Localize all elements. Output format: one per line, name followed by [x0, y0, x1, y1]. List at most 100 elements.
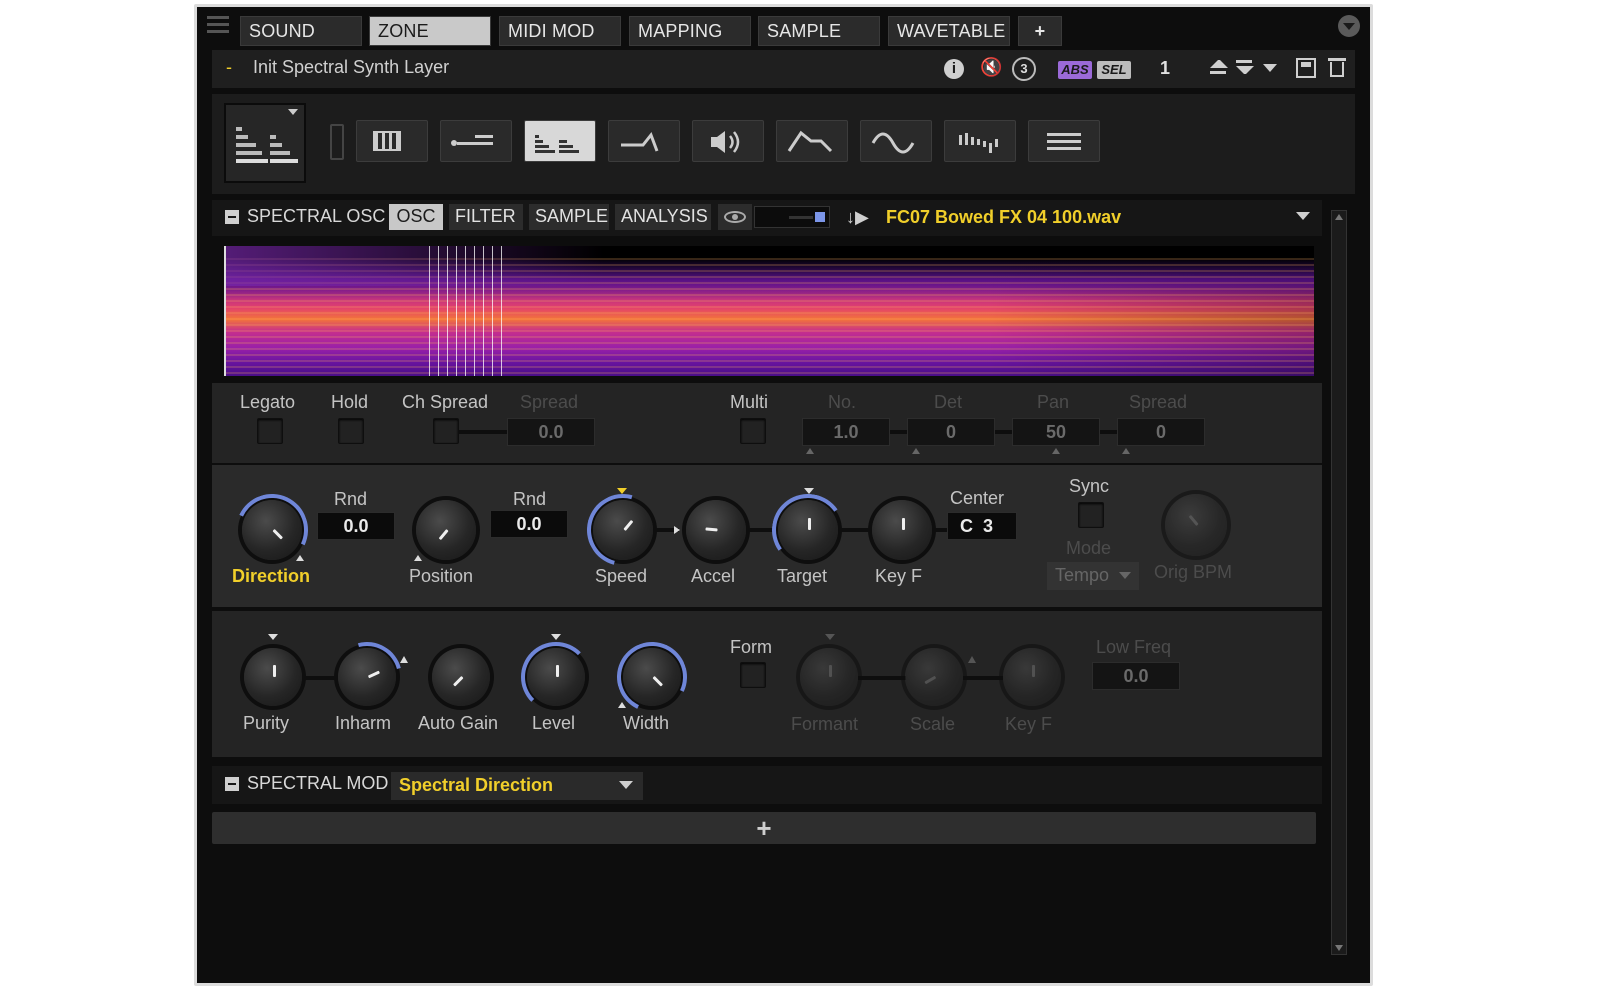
collapse-section-icon[interactable]: [225, 210, 239, 224]
level-knob[interactable]: [521, 642, 591, 712]
accel-label: Accel: [691, 566, 736, 586]
tab-sample-sub[interactable]: SAMPLE: [529, 204, 609, 230]
module-pitch-button[interactable]: [440, 120, 512, 162]
auto-gain-label: Auto Gain: [418, 713, 499, 733]
mute-icon[interactable]: 🔇: [980, 57, 1002, 79]
pan-label: Pan: [1037, 392, 1070, 412]
sync-checkbox[interactable]: [1078, 502, 1104, 528]
move-down-icon[interactable]: [1236, 60, 1254, 78]
solo-icon[interactable]: 3: [1012, 57, 1036, 81]
tab-zone[interactable]: ZONE: [369, 16, 491, 46]
mode-dropdown[interactable]: Tempo: [1047, 562, 1139, 590]
key-f-knob[interactable]: [872, 500, 932, 560]
trash-icon[interactable]: [1328, 58, 1346, 78]
inharm-label: Inharm: [335, 713, 392, 733]
spread2-field[interactable]: 0: [1117, 418, 1205, 446]
module-list-button[interactable]: [1028, 120, 1100, 162]
module-filter-button[interactable]: [608, 120, 680, 162]
multi-checkbox[interactable]: [740, 418, 766, 444]
add-modulation-button[interactable]: +: [212, 812, 1316, 844]
purity-knob[interactable]: [244, 648, 302, 706]
spread-field[interactable]: 0.0: [507, 418, 595, 446]
speed-label: Speed: [595, 566, 648, 586]
scrollbar[interactable]: [1331, 210, 1347, 955]
link-line: [932, 528, 948, 532]
spectral-mod-value: Spectral Direction: [399, 775, 554, 795]
module-spectral-button[interactable]: [524, 120, 596, 162]
info-icon[interactable]: i: [944, 59, 964, 79]
collapse-section-icon[interactable]: [225, 777, 239, 791]
mod-indicator-icon: [400, 656, 408, 663]
save-icon[interactable]: [1296, 58, 1316, 78]
spectrogram[interactable]: [224, 246, 1314, 376]
no-field[interactable]: 1.0: [802, 418, 890, 446]
sample-dropdown-icon[interactable]: [1296, 212, 1310, 220]
module-keyboard-button[interactable]: [356, 120, 428, 162]
mod-indicator-icon: [674, 526, 680, 534]
scale-knob[interactable]: [905, 648, 963, 706]
form-label: Form: [730, 637, 772, 657]
low-freq-field[interactable]: 0.0: [1092, 662, 1180, 690]
speed-knob[interactable]: [573, 480, 673, 580]
formant-knob[interactable]: [800, 648, 858, 706]
mod-indicator-icon: [618, 702, 626, 708]
det-field[interactable]: 0: [907, 418, 995, 446]
layer-title[interactable]: Init Spectral Synth Layer: [253, 57, 449, 78]
pan-field[interactable]: 50: [1012, 418, 1100, 446]
position-knob[interactable]: [416, 500, 476, 560]
key-f-label: Key F: [875, 566, 923, 586]
sample-filename[interactable]: FC07 Bowed FX 04 100.wav: [886, 207, 1121, 228]
collapse-icon[interactable]: [1338, 15, 1360, 37]
move-up-icon[interactable]: [1210, 60, 1228, 78]
step-modulator-icon: [959, 133, 998, 153]
spectral-mod-title: SPECTRAL MOD: [247, 773, 389, 793]
no-label: No.: [828, 392, 857, 412]
hold-checkbox[interactable]: [338, 418, 364, 444]
key-f2-knob[interactable]: [1003, 648, 1061, 706]
orig-bpm-knob[interactable]: [1165, 494, 1227, 556]
link-line: [838, 528, 872, 532]
tab-osc[interactable]: OSC: [389, 204, 443, 230]
level-label: Level: [532, 713, 576, 733]
inharm-knob[interactable]: [319, 629, 415, 725]
width-knob[interactable]: [607, 632, 697, 722]
target-knob[interactable]: [766, 488, 850, 572]
load-sample-icon[interactable]: ↓▶: [846, 207, 876, 229]
tab-sound[interactable]: SOUND: [240, 16, 362, 46]
mod-indicator-icon: [825, 634, 835, 640]
pitch-icon: [451, 135, 495, 146]
formant-label: Formant: [791, 714, 859, 734]
dropdown-icon[interactable]: [1263, 64, 1277, 72]
rnd2-field[interactable]: 0.0: [490, 510, 568, 538]
target-label: Target: [777, 566, 828, 586]
add-tab-button[interactable]: +: [1018, 16, 1062, 46]
accel-knob[interactable]: [686, 500, 746, 560]
mod-indicator-icon: [268, 634, 278, 640]
sel-button[interactable]: SEL: [1097, 61, 1131, 79]
auto-gain-knob[interactable]: [432, 648, 490, 706]
tab-analysis[interactable]: ANALYSIS: [615, 204, 711, 230]
center-field[interactable]: C 3: [947, 512, 1017, 540]
spectral-mod-dropdown[interactable]: Spectral Direction: [391, 772, 643, 800]
tab-filter[interactable]: FILTER: [449, 204, 523, 230]
tab-wavetable[interactable]: WAVETABLE: [888, 16, 1010, 46]
view-slider[interactable]: [754, 206, 830, 228]
layer-type-selector[interactable]: [224, 103, 306, 183]
legato-checkbox[interactable]: [257, 418, 283, 444]
ch-spread-label: Ch Spread: [402, 392, 489, 412]
module-envelope-button[interactable]: [776, 120, 848, 162]
module-lfo-button[interactable]: [860, 120, 932, 162]
tab-midi-mod[interactable]: MIDI MOD: [499, 16, 621, 46]
module-amp-button[interactable]: [692, 120, 764, 162]
module-steps-button[interactable]: [944, 120, 1016, 162]
menu-icon[interactable]: [207, 16, 229, 36]
abs-button[interactable]: ABS: [1058, 61, 1092, 79]
direction-knob[interactable]: [225, 483, 319, 577]
eye-icon[interactable]: [718, 204, 752, 230]
det-label: Det: [934, 392, 963, 412]
tab-sample[interactable]: SAMPLE: [758, 16, 880, 46]
tab-mapping[interactable]: MAPPING: [629, 16, 751, 46]
ch-spread-checkbox[interactable]: [433, 418, 459, 444]
rnd1-field[interactable]: 0.0: [317, 512, 395, 540]
form-checkbox[interactable]: [740, 662, 766, 688]
